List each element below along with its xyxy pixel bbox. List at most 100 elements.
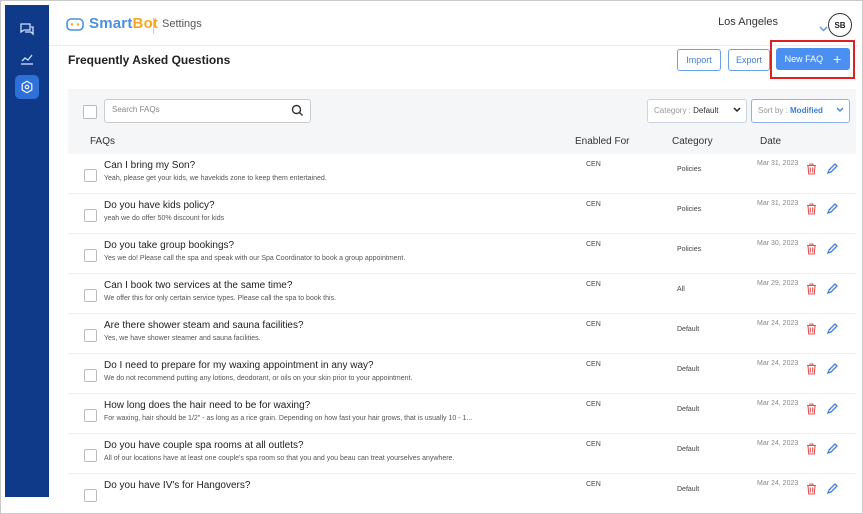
logo-text-bot: Bot bbox=[132, 15, 159, 32]
import-button[interactable]: Import bbox=[677, 49, 721, 71]
avatar[interactable]: SB bbox=[828, 13, 852, 37]
faq-question[interactable]: Do you have kids policy? bbox=[104, 200, 215, 211]
faq-answer: For waxing, hair should be 1/2" - as lon… bbox=[104, 415, 473, 422]
pencil-icon[interactable] bbox=[826, 242, 838, 260]
faq-question[interactable]: Do you take group bookings? bbox=[104, 240, 234, 251]
chevron-down-icon[interactable] bbox=[819, 19, 828, 37]
smartbot-logo[interactable]: SmartBot bbox=[65, 15, 158, 32]
table-row[interactable]: Do you have couple spa rooms at all outl… bbox=[68, 434, 856, 474]
row-checkbox[interactable] bbox=[84, 169, 97, 182]
category-filter-dropdown[interactable]: Category : Default bbox=[647, 99, 747, 123]
trash-icon[interactable] bbox=[806, 282, 817, 300]
faq-question[interactable]: Do I need to prepare for my waxing appoi… bbox=[104, 360, 374, 371]
trash-icon[interactable] bbox=[806, 162, 817, 180]
column-header-enabled-for[interactable]: Enabled For bbox=[575, 136, 629, 147]
trash-icon[interactable] bbox=[806, 402, 817, 420]
row-checkbox[interactable] bbox=[84, 249, 97, 262]
faq-question[interactable]: Do you have IV's for Hangovers? bbox=[104, 480, 250, 491]
pencil-icon[interactable] bbox=[826, 482, 838, 500]
trash-icon[interactable] bbox=[806, 202, 817, 220]
faq-category: Policies bbox=[677, 166, 702, 173]
export-button[interactable]: Export bbox=[728, 49, 770, 71]
pencil-icon[interactable] bbox=[826, 162, 838, 180]
faq-category: Default bbox=[677, 446, 700, 453]
pencil-icon[interactable] bbox=[826, 282, 838, 300]
row-checkbox[interactable] bbox=[84, 489, 97, 502]
column-header-category[interactable]: Category bbox=[672, 136, 713, 147]
trash-icon[interactable] bbox=[806, 322, 817, 340]
sort-value: Modified bbox=[790, 106, 823, 115]
column-header-date[interactable]: Date bbox=[760, 136, 781, 147]
faq-question[interactable]: How long does the hair need to be for wa… bbox=[104, 400, 310, 411]
row-checkbox[interactable] bbox=[84, 209, 97, 222]
table-row[interactable]: How long does the hair need to be for wa… bbox=[68, 394, 856, 434]
faq-category: Policies bbox=[677, 206, 702, 213]
faq-date: Mar 30, 2023 bbox=[757, 240, 799, 247]
enabled-for: CEN bbox=[586, 481, 601, 488]
faq-category: Default bbox=[677, 406, 700, 413]
pencil-icon[interactable] bbox=[826, 322, 838, 340]
table-row[interactable]: Can I bring my Son? Yeah, please get you… bbox=[68, 154, 856, 194]
row-checkbox[interactable] bbox=[84, 289, 97, 302]
chat-icon[interactable] bbox=[15, 17, 39, 41]
select-all-checkbox[interactable] bbox=[83, 105, 97, 119]
pencil-icon[interactable] bbox=[826, 402, 838, 420]
faq-answer: We offer this for only certain service t… bbox=[104, 295, 337, 302]
faq-question[interactable]: Do you have couple spa rooms at all outl… bbox=[104, 440, 304, 451]
pencil-icon[interactable] bbox=[826, 362, 838, 380]
enabled-for: CEN bbox=[586, 241, 601, 248]
header-divider bbox=[153, 18, 154, 34]
faq-date: Mar 24, 2023 bbox=[757, 360, 799, 367]
settings-icon[interactable] bbox=[15, 75, 39, 99]
analytics-icon[interactable] bbox=[15, 47, 39, 71]
new-faq-button[interactable]: New FAQ + bbox=[776, 48, 850, 70]
table-row[interactable]: Do you have IV's for Hangovers? CEN Defa… bbox=[68, 474, 856, 513]
column-header-faqs[interactable]: FAQs bbox=[90, 136, 115, 147]
search-icon[interactable] bbox=[291, 104, 304, 122]
table-row[interactable]: Do I need to prepare for my waxing appoi… bbox=[68, 354, 856, 394]
faq-category: Policies bbox=[677, 246, 702, 253]
faq-answer: Yes, we have shower steamer and sauna fa… bbox=[104, 335, 261, 342]
trash-icon[interactable] bbox=[806, 362, 817, 380]
chevron-down-icon bbox=[836, 106, 844, 115]
faq-date: Mar 24, 2023 bbox=[757, 480, 799, 487]
sort-label: Sort by : bbox=[758, 106, 791, 115]
trash-icon[interactable] bbox=[806, 482, 817, 500]
table-row[interactable]: Are there shower steam and sauna facilit… bbox=[68, 314, 856, 354]
plus-icon: + bbox=[833, 51, 842, 67]
faq-date: Mar 24, 2023 bbox=[757, 400, 799, 407]
trash-icon[interactable] bbox=[806, 442, 817, 460]
faq-question[interactable]: Can I book two services at the same time… bbox=[104, 280, 292, 291]
row-checkbox[interactable] bbox=[84, 369, 97, 382]
row-checkbox[interactable] bbox=[84, 329, 97, 342]
enabled-for: CEN bbox=[586, 161, 601, 168]
enabled-for: CEN bbox=[586, 361, 601, 368]
faq-date: Mar 24, 2023 bbox=[757, 440, 799, 447]
faq-date: Mar 31, 2023 bbox=[757, 160, 799, 167]
faq-date: Mar 24, 2023 bbox=[757, 320, 799, 327]
row-checkbox[interactable] bbox=[84, 409, 97, 422]
bot-icon bbox=[66, 17, 84, 31]
table-row[interactable]: Can I book two services at the same time… bbox=[68, 274, 856, 314]
faq-question[interactable]: Can I bring my Son? bbox=[104, 160, 195, 171]
faq-date: Mar 29, 2023 bbox=[757, 280, 799, 287]
page-title: Frequently Asked Questions bbox=[68, 53, 231, 67]
row-checkbox[interactable] bbox=[84, 449, 97, 462]
pencil-icon[interactable] bbox=[826, 202, 838, 220]
sort-dropdown[interactable]: Sort by : Modified bbox=[751, 99, 850, 123]
category-filter-label: Category : bbox=[654, 106, 694, 115]
pencil-icon[interactable] bbox=[826, 442, 838, 460]
faq-category: Default bbox=[677, 486, 700, 493]
trash-icon[interactable] bbox=[806, 242, 817, 260]
faq-question[interactable]: Are there shower steam and sauna facilit… bbox=[104, 320, 304, 331]
new-faq-label: New FAQ bbox=[784, 54, 824, 64]
faq-category: Default bbox=[677, 366, 700, 373]
enabled-for: CEN bbox=[586, 201, 601, 208]
table-row[interactable]: Do you have kids policy? yeah we do offe… bbox=[68, 194, 856, 234]
enabled-for: CEN bbox=[586, 281, 601, 288]
table-row[interactable]: Do you take group bookings? Yes we do! P… bbox=[68, 234, 856, 274]
app-window: SmartBot Settings Los Angeles SB Frequen… bbox=[0, 0, 863, 514]
location-selector[interactable]: Los Angeles bbox=[718, 16, 778, 28]
search-input[interactable]: Search FAQs bbox=[104, 99, 311, 123]
faq-category: Default bbox=[677, 326, 700, 333]
